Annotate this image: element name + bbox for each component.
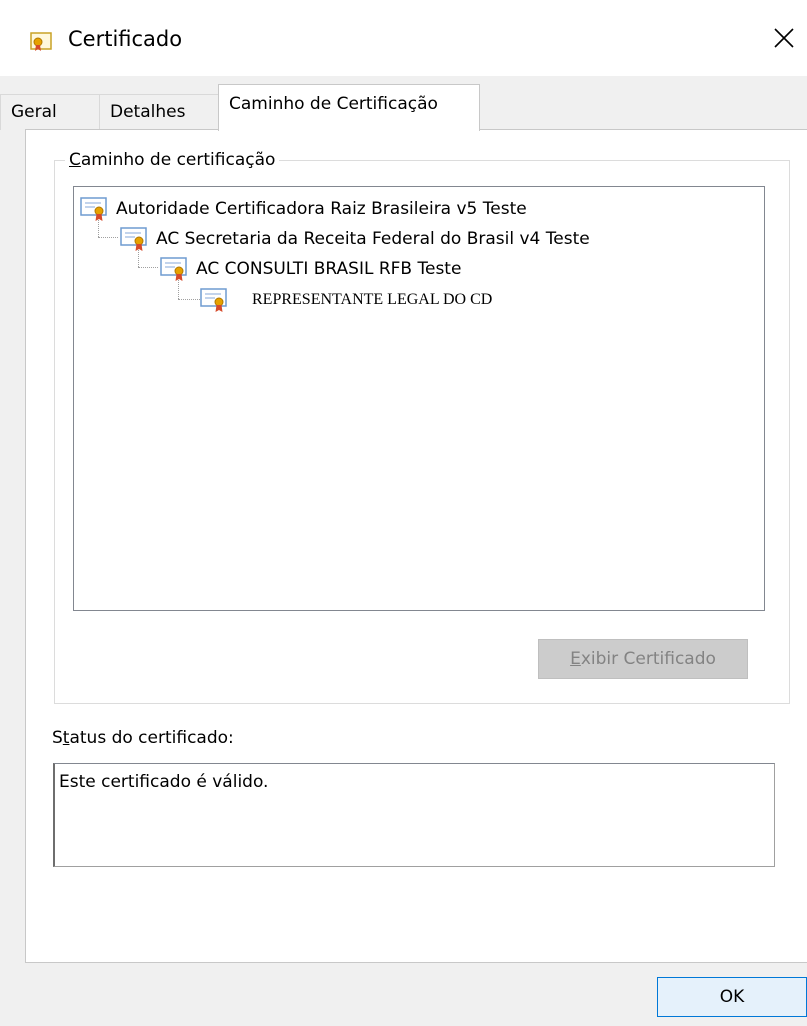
tab-geral[interactable]: Geral [0,94,100,130]
certificate-icon [200,288,227,312]
tree-node-label: REPRESENTANTE LEGAL DO CD [252,291,493,308]
tree-connector [178,299,200,300]
tree-node-leaf[interactable]: REPRESENTANTE LEGAL DO CD [200,285,492,315]
certification-path-group: Caminho de certificação Autoridade Certi… [54,148,790,704]
tree-node-issuer[interactable]: AC CONSULTI BRASIL RFB Teste [160,254,461,284]
title-bar: Certificado [0,0,807,76]
certificate-dialog: Certificado Geral Detalhes Caminho de Ce… [0,0,807,1026]
certification-path-tree[interactable]: Autoridade Certificadora Raiz Brasileira… [73,186,765,611]
tab-panel: Caminho de certificação Autoridade Certi… [25,129,807,963]
close-icon [774,28,794,48]
certificate-icon [160,257,187,281]
tree-connector [138,267,158,268]
status-textbox[interactable]: Este certificado é válido. [53,763,775,867]
tab-detalhes[interactable]: Detalhes [99,94,219,130]
tab-strip: Geral Detalhes Caminho de Certificação [0,76,807,131]
status-label: Status do certificado: [52,728,234,748]
certificate-icon [80,197,107,221]
tree-node-root[interactable]: Autoridade Certificadora Raiz Brasileira… [80,194,527,224]
tree-node-label: Autoridade Certificadora Raiz Brasileira… [116,199,527,219]
tab-caminho-de-certificacao[interactable]: Caminho de Certificação [218,84,480,131]
certification-path-label: Caminho de certificação [65,148,280,172]
close-button[interactable] [762,16,806,60]
tree-node-intermediate[interactable]: AC Secretaria da Receita Federal do Bras… [120,224,590,254]
certificate-icon [120,227,147,251]
certificate-icon [30,32,52,51]
view-certificate-button[interactable]: Exibir Certificado [538,639,748,679]
tree-node-label: AC CONSULTI BRASIL RFB Teste [196,259,462,279]
window-title: Certificado [68,27,183,51]
tree-node-label: AC Secretaria da Receita Federal do Bras… [156,229,590,249]
ok-button[interactable]: OK [657,977,807,1017]
tree-connector [98,237,118,238]
